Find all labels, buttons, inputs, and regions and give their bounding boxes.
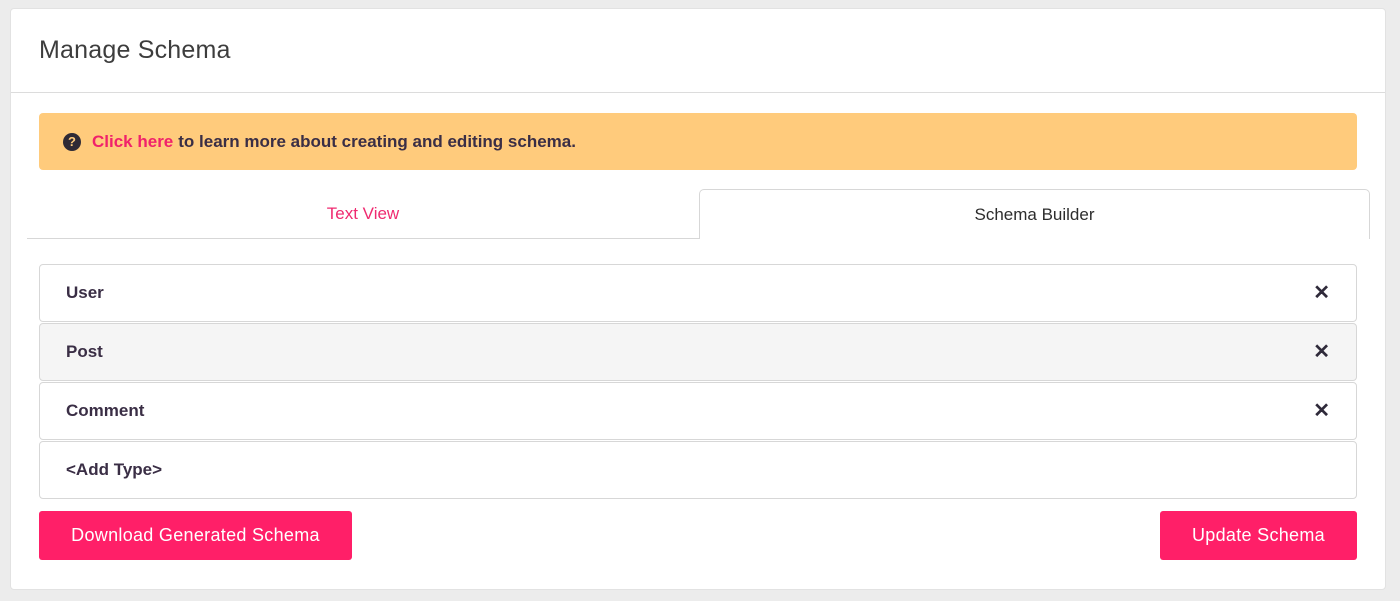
close-icon[interactable]: ✕ — [1313, 342, 1330, 362]
view-tabs: Text View Schema Builder — [27, 189, 1370, 239]
update-schema-button[interactable]: Update Schema — [1160, 511, 1357, 560]
close-icon[interactable]: ✕ — [1313, 401, 1330, 421]
manage-schema-card: Manage Schema ? Click here to learn more… — [10, 8, 1386, 590]
question-circle-icon: ? — [63, 132, 81, 151]
add-type-row[interactable]: <Add Type> — [39, 441, 1357, 499]
type-name: User — [66, 283, 104, 302]
type-name: Comment — [66, 401, 145, 420]
tab-schema-builder[interactable]: Schema Builder — [699, 189, 1370, 239]
type-row-comment[interactable]: Comment ✕ — [39, 382, 1357, 440]
help-notice-text: to learn more about creating and editing… — [178, 131, 576, 151]
type-row-post[interactable]: Post ✕ — [39, 323, 1357, 381]
close-icon[interactable]: ✕ — [1313, 283, 1330, 303]
help-link[interactable]: Click here — [92, 132, 173, 152]
type-list: User ✕ Post ✕ Comment ✕ <Add Type> — [39, 264, 1357, 500]
page-title: Manage Schema — [39, 36, 231, 64]
add-type-label: <Add Type> — [66, 460, 163, 479]
help-notice: ? Click here to learn more about creatin… — [39, 113, 1357, 170]
card-header: Manage Schema — [11, 9, 1385, 93]
type-name: Post — [66, 342, 103, 361]
tab-text-view[interactable]: Text View — [27, 189, 699, 239]
download-schema-button[interactable]: Download Generated Schema — [39, 511, 352, 560]
type-row-user[interactable]: User ✕ — [39, 264, 1357, 322]
